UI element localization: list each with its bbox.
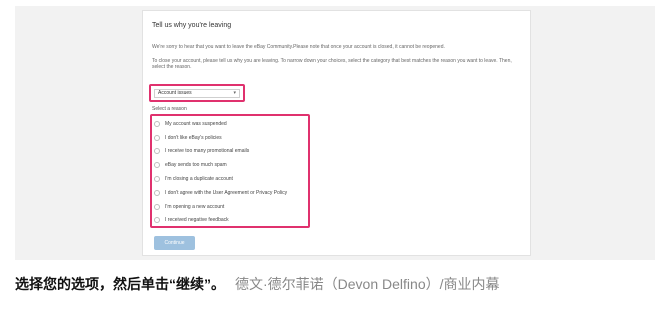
reason-label: eBay sends too much spam [165,162,227,168]
reason-option[interactable]: I'm closing a duplicate account [154,175,304,185]
radio-button[interactable] [154,162,160,168]
radio-button[interactable] [154,148,160,154]
reason-option[interactable]: I receive too many promotional emails [154,147,304,157]
intro-text: We're sorry to hear that you want to lea… [152,44,445,50]
reasons-highlight: My account was suspended I don't like eB… [150,114,310,228]
radio-button[interactable] [154,135,160,141]
screenshot-panel: Tell us why you're leaving We're sorry t… [15,6,655,260]
reason-label: My account was suspended [165,121,227,127]
instructions-text: To close your account, please tell us wh… [152,58,512,70]
caption-credit: 德文·德尔菲诺（Devon Delfino）/商业内幕 [235,276,500,292]
reason-option[interactable]: I don't agree with the User Agreement or… [154,189,304,199]
chevron-down-icon: ▾ [233,90,236,96]
category-value: Account issues [158,90,192,96]
dropdown-highlight: Account issues ▾ [149,84,245,102]
radio-button[interactable] [154,204,160,210]
radio-button[interactable] [154,121,160,127]
select-reason-label: Select a reason [152,106,187,112]
reason-option[interactable]: eBay sends too much spam [154,161,304,171]
image-caption: 选择您的选项，然后单击“继续”。 德文·德尔菲诺（Devon Delfino）/商… [15,274,500,294]
reason-label: I'm closing a duplicate account [165,176,233,182]
category-dropdown[interactable]: Account issues ▾ [154,89,240,98]
reason-option[interactable]: I received negative feedback [154,216,304,226]
reason-label: I'm opening a new account [165,204,225,210]
reason-label: I receive too many promotional emails [165,148,250,154]
reason-label: I received negative feedback [165,217,229,223]
form-title: Tell us why you're leaving [152,22,232,29]
caption-text: 选择您的选项，然后单击“继续”。 [15,276,225,292]
reason-option[interactable]: My account was suspended [154,120,304,130]
close-account-form: Tell us why you're leaving We're sorry t… [142,10,531,256]
reason-label: I don't agree with the User Agreement or… [165,190,288,196]
reason-option[interactable]: I don't like eBay's policies [154,134,304,144]
radio-button[interactable] [154,190,160,196]
reason-option[interactable]: I'm opening a new account [154,203,304,213]
continue-button[interactable]: Continue [154,236,195,250]
radio-button[interactable] [154,176,160,182]
radio-button[interactable] [154,217,160,223]
reason-label: I don't like eBay's policies [165,135,222,141]
